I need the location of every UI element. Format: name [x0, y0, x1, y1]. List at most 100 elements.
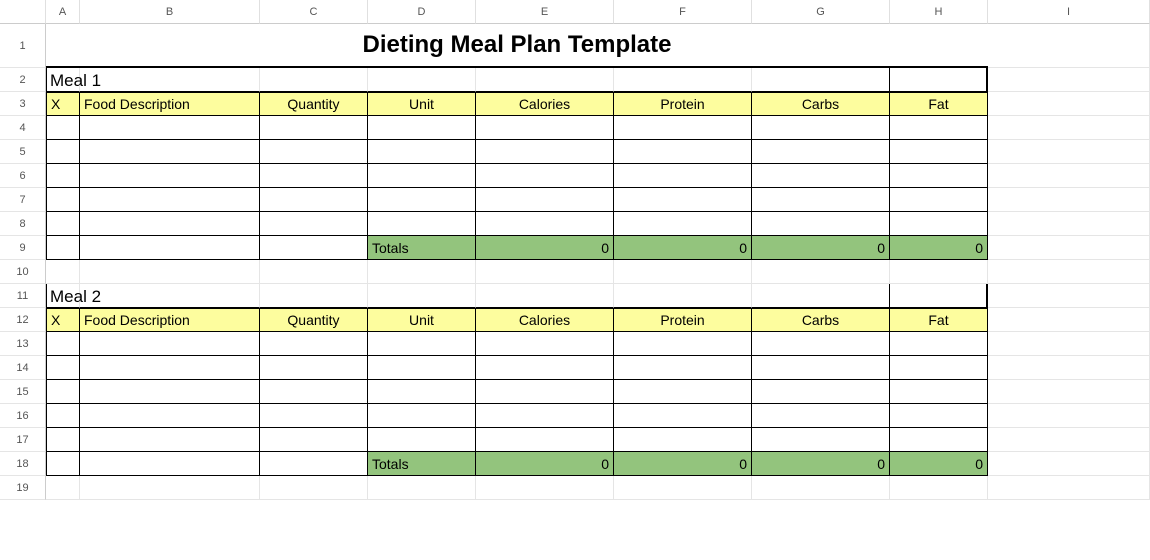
meal-1-totals-carbs[interactable]: 0 [752, 236, 890, 260]
cell-I18[interactable] [988, 452, 1150, 476]
cell-C16[interactable] [260, 404, 368, 428]
cell-F15[interactable] [614, 380, 752, 404]
cell-B13[interactable] [80, 332, 260, 356]
cell-F6[interactable] [614, 164, 752, 188]
row-header-19[interactable]: 19 [0, 476, 46, 500]
cell-C9[interactable] [260, 236, 368, 260]
cell-A10[interactable] [46, 260, 80, 284]
meal-1-totals-label[interactable]: Totals [368, 236, 476, 260]
cell-A11[interactable] [46, 284, 80, 308]
cell-B18[interactable] [80, 452, 260, 476]
cell-F11[interactable] [614, 284, 752, 308]
cell-B19[interactable] [80, 476, 260, 500]
cell-A18[interactable] [46, 452, 80, 476]
col-header-E[interactable]: E [476, 0, 614, 24]
cell-F10[interactable] [614, 260, 752, 284]
cell-H6[interactable] [890, 164, 988, 188]
cell-B9[interactable] [80, 236, 260, 260]
cell-C7[interactable] [260, 188, 368, 212]
meal-2-header-unit[interactable]: Unit [368, 308, 476, 332]
cell-H11[interactable] [890, 284, 988, 308]
cell-E2[interactable] [476, 68, 614, 92]
cell-B14[interactable] [80, 356, 260, 380]
cell-I9[interactable] [988, 236, 1150, 260]
cell-D6[interactable] [368, 164, 476, 188]
cell-F5[interactable] [614, 140, 752, 164]
row-header-6[interactable]: 6 [0, 164, 46, 188]
cell-F17[interactable] [614, 428, 752, 452]
col-header-G[interactable]: G [752, 0, 890, 24]
cell-F2[interactable] [614, 68, 752, 92]
cell-F14[interactable] [614, 356, 752, 380]
meal-1-header-fat[interactable]: Fat [890, 92, 988, 116]
cell-B5[interactable] [80, 140, 260, 164]
cell-H10[interactable] [890, 260, 988, 284]
cell-H19[interactable] [890, 476, 988, 500]
cell-F7[interactable] [614, 188, 752, 212]
cell-E4[interactable] [476, 116, 614, 140]
cell-H13[interactable] [890, 332, 988, 356]
cell-E8[interactable] [476, 212, 614, 236]
meal-2-header-carbs[interactable]: Carbs [752, 308, 890, 332]
col-header-C[interactable]: C [260, 0, 368, 24]
cell-G11[interactable] [752, 284, 890, 308]
cell-A13[interactable] [46, 332, 80, 356]
cell-F13[interactable] [614, 332, 752, 356]
meal-2-totals-protein[interactable]: 0 [614, 452, 752, 476]
cell-G2[interactable] [752, 68, 890, 92]
meal-2-header-protein[interactable]: Protein [614, 308, 752, 332]
cell-A8[interactable] [46, 212, 80, 236]
cell-G17[interactable] [752, 428, 890, 452]
cell-C19[interactable] [260, 476, 368, 500]
cell-G4[interactable] [752, 116, 890, 140]
cell-D19[interactable] [368, 476, 476, 500]
cell-I14[interactable] [988, 356, 1150, 380]
row-header-17[interactable]: 17 [0, 428, 46, 452]
cell-G13[interactable] [752, 332, 890, 356]
cell-E15[interactable] [476, 380, 614, 404]
cell-B6[interactable] [80, 164, 260, 188]
cell-G7[interactable] [752, 188, 890, 212]
cell-C11[interactable] [260, 284, 368, 308]
cell-H2[interactable] [890, 68, 988, 92]
cell-H16[interactable] [890, 404, 988, 428]
meal-1-header-quantity[interactable]: Quantity [260, 92, 368, 116]
row-header-15[interactable]: 15 [0, 380, 46, 404]
meal-1-header-carbs[interactable]: Carbs [752, 92, 890, 116]
row-header-10[interactable]: 10 [0, 260, 46, 284]
cell-I6[interactable] [988, 164, 1150, 188]
cell-E6[interactable] [476, 164, 614, 188]
row-header-12[interactable]: 12 [0, 308, 46, 332]
row-header-14[interactable]: 14 [0, 356, 46, 380]
col-header-I[interactable]: I [988, 0, 1150, 24]
cell-E7[interactable] [476, 188, 614, 212]
cell-B11[interactable] [80, 284, 260, 308]
cell-G5[interactable] [752, 140, 890, 164]
cell-B16[interactable] [80, 404, 260, 428]
row-header-8[interactable]: 8 [0, 212, 46, 236]
cell-B2[interactable] [80, 68, 260, 92]
select-all-corner[interactable] [0, 0, 46, 24]
cell-E19[interactable] [476, 476, 614, 500]
cell-E10[interactable] [476, 260, 614, 284]
cell-I5[interactable] [988, 140, 1150, 164]
cell-A7[interactable] [46, 188, 80, 212]
cell-I10[interactable] [988, 260, 1150, 284]
cell-H4[interactable] [890, 116, 988, 140]
meal-1-header-protein[interactable]: Protein [614, 92, 752, 116]
cell-G10[interactable] [752, 260, 890, 284]
cell-D11[interactable] [368, 284, 476, 308]
row-header-11[interactable]: 11 [0, 284, 46, 308]
cell-G8[interactable] [752, 212, 890, 236]
cell-C13[interactable] [260, 332, 368, 356]
cell-C2[interactable] [260, 68, 368, 92]
meal-1-header-calories[interactable]: Calories [476, 92, 614, 116]
meal-1-totals-protein[interactable]: 0 [614, 236, 752, 260]
row-header-7[interactable]: 7 [0, 188, 46, 212]
cell-I13[interactable] [988, 332, 1150, 356]
cell-I8[interactable] [988, 212, 1150, 236]
cell-I7[interactable] [988, 188, 1150, 212]
col-header-H[interactable]: H [890, 0, 988, 24]
cell-B7[interactable] [80, 188, 260, 212]
cell-C6[interactable] [260, 164, 368, 188]
